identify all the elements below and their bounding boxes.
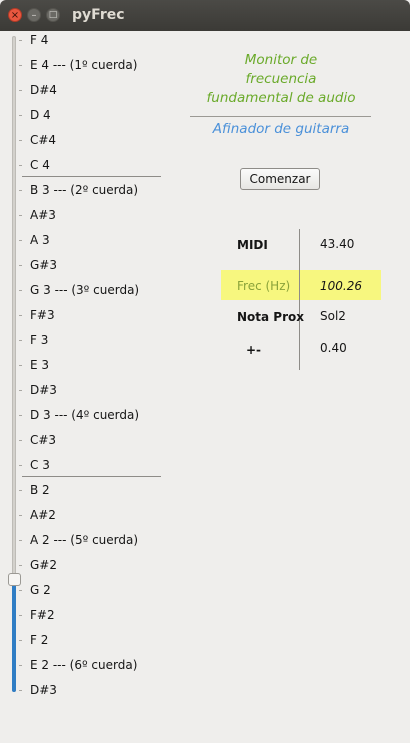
slider-tick	[19, 565, 22, 566]
slider-tick	[19, 490, 22, 491]
slider-tick	[19, 540, 22, 541]
freq-value: 100.26	[320, 279, 362, 293]
slider-tick	[19, 615, 22, 616]
note-label: E 2 --- (6º cuerda)	[30, 658, 138, 672]
header-divider	[190, 116, 371, 117]
slider-tick	[19, 340, 22, 341]
midi-value: 43.40	[320, 237, 355, 251]
divider	[22, 476, 161, 477]
slider-tick	[19, 465, 22, 466]
note-label: C#4	[30, 133, 57, 147]
header-line-2: frecuencia	[245, 71, 317, 87]
slider-tick	[19, 415, 22, 416]
note-label: A 2 --- (5º cuerda)	[30, 533, 139, 547]
slider-tick	[19, 40, 22, 41]
note-label: C 4	[30, 158, 50, 172]
plus-minus-label: +-	[246, 343, 262, 357]
note-label: F#2	[30, 608, 55, 622]
slider-tick	[19, 515, 22, 516]
slider-tick	[19, 665, 22, 666]
note-label: G#3	[30, 258, 57, 272]
slider-tick	[19, 190, 22, 191]
note-label: G 3 --- (3º cuerda)	[30, 283, 140, 297]
window-title: pyFrec	[72, 7, 125, 23]
title-bar: × – □ pyFrec	[0, 0, 410, 31]
note-label: E 3	[30, 358, 50, 372]
slider-handle[interactable]	[8, 573, 21, 586]
slider-tick	[19, 290, 22, 291]
note-label: C#3	[30, 433, 57, 447]
nota-prox-label: Nota Prox	[237, 310, 304, 324]
note-label: D#3	[30, 383, 57, 397]
start-button[interactable]: Comenzar	[240, 168, 320, 190]
note-label: F#3	[30, 308, 55, 322]
note-label: C 3	[30, 458, 50, 472]
note-label: D#3	[30, 683, 57, 697]
slider-tick	[19, 365, 22, 366]
slider-fill	[12, 586, 16, 692]
freq-label: Frec (Hz)	[237, 279, 291, 293]
note-label: D#4	[30, 83, 57, 97]
note-label: D 4	[30, 108, 51, 122]
slider-tick	[19, 215, 22, 216]
subtitle: Afinador de guitarra	[212, 121, 350, 137]
divider	[22, 176, 161, 177]
midi-label: MIDI	[237, 238, 268, 252]
slider-tick	[19, 90, 22, 91]
slider-tick	[19, 315, 22, 316]
slider-tick	[19, 440, 22, 441]
slider-tick	[19, 390, 22, 391]
note-label: F 4	[30, 33, 49, 47]
slider-tick	[19, 115, 22, 116]
plus-minus-value: 0.40	[320, 341, 347, 355]
note-label: G#2	[30, 558, 57, 572]
note-label: A#3	[30, 208, 56, 222]
note-label: F 3	[30, 333, 49, 347]
slider-tick	[19, 690, 22, 691]
close-icon[interactable]: ×	[8, 8, 22, 22]
slider-tick	[19, 165, 22, 166]
slider-tick	[19, 240, 22, 241]
note-label: B 3 --- (2º cuerda)	[30, 183, 139, 197]
slider-tick	[19, 590, 22, 591]
slider-tick	[19, 640, 22, 641]
note-label: D 3 --- (4º cuerda)	[30, 408, 140, 422]
slider-tick	[19, 265, 22, 266]
note-label: A 3	[30, 233, 50, 247]
header-line-1: Monitor de	[244, 52, 318, 68]
note-label: F 2	[30, 633, 49, 647]
slider-tick	[19, 65, 22, 66]
readout-divider	[299, 229, 300, 370]
note-label: G 2	[30, 583, 51, 597]
minimize-icon[interactable]: –	[27, 8, 41, 22]
note-label: A#2	[30, 508, 56, 522]
note-label: B 2	[30, 483, 50, 497]
nota-prox-value: Sol2	[320, 309, 346, 323]
header-line-3: fundamental de audio	[206, 90, 356, 106]
note-label: E 4 --- (1º cuerda)	[30, 58, 138, 72]
slider-tick	[19, 140, 22, 141]
maximize-icon[interactable]: □	[46, 8, 60, 22]
